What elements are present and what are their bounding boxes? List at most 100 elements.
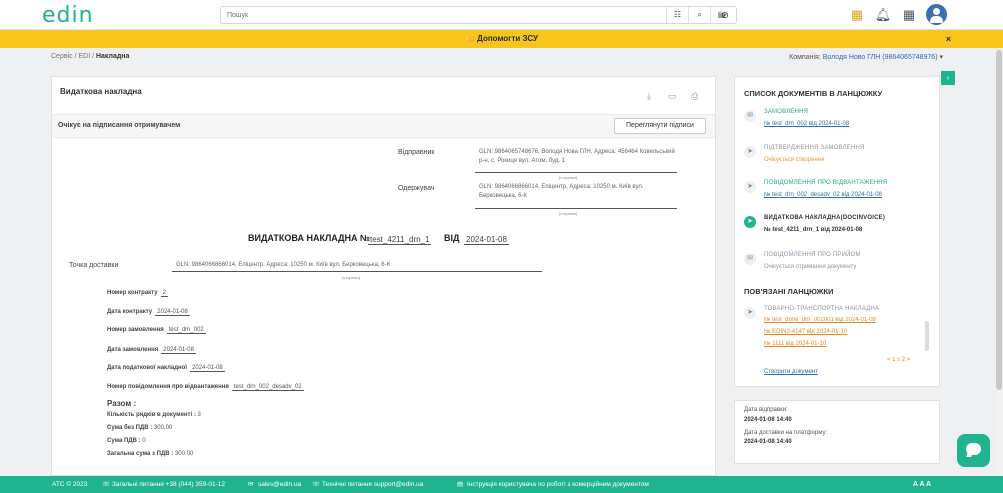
row-value: 2 xyxy=(160,290,168,297)
row-value: 2024-01-08 xyxy=(161,347,196,354)
apps-grid-icon[interactable]: ▦ xyxy=(900,6,918,24)
chain-item-receiving: ПОВІДОМЛЕННЯ ПРО ПРИЙОМ xyxy=(764,252,861,258)
linked-document-link[interactable]: № test_done_drn_002001 від 2024-01-09 xyxy=(764,317,930,329)
chat-icon[interactable] xyxy=(957,434,990,467)
clear-icon[interactable]: ⊘ xyxy=(716,6,734,24)
linked-pager[interactable]: < 1 з 2 > xyxy=(887,357,910,363)
row-label: Номер контракту xyxy=(107,290,158,296)
search-box: ☷ ⌕ ▤ xyxy=(220,6,737,24)
mail-icon: ✉ xyxy=(744,253,756,265)
close-icon[interactable]: × xyxy=(946,30,951,48)
totals-value: 0 xyxy=(142,438,146,444)
email-icon: ✉ xyxy=(248,481,254,488)
row-label: Номер замовлення xyxy=(107,327,164,333)
delivery-value: GLN: 9864066866014, Епіцентр, Адреса: 10… xyxy=(176,262,391,268)
linked-chain-name: ТОВАРНО-ТРАНСПОРТНА НАКЛАДНА xyxy=(764,306,880,312)
despatch-number-row: Номер повідомлення про відвантаження test… xyxy=(107,384,304,391)
delivery-label: Точка доставки xyxy=(69,262,119,269)
totals-label: Загальна сума з ПДВ : xyxy=(107,451,174,457)
totals-label: Сума без ПДВ : xyxy=(107,425,153,431)
bell-icon[interactable]: 🔔︎ xyxy=(874,6,892,24)
status-bar: Очікує на підписання отримувачем Перегля… xyxy=(52,115,715,138)
mail-icon: ✉ xyxy=(744,110,756,122)
delivered-date-value: 2024-01-08 14:40 xyxy=(744,439,792,445)
sender-value: GLN: 9864065748676, Володя Нова ГЛН, Адр… xyxy=(479,149,675,164)
download-icon[interactable]: ⤓ xyxy=(647,91,651,102)
totals-label: Сума ПДВ : xyxy=(107,438,141,444)
linked-documents-list: № test_done_drn_002001 від 2024-01-09 № … xyxy=(764,317,930,353)
invoice-number: test_4211_drn_1 xyxy=(368,235,432,245)
page-scrollbar[interactable] xyxy=(995,48,1003,476)
page-scrollbar-thumb[interactable] xyxy=(996,50,1002,390)
send-icon: ➤ xyxy=(744,307,756,319)
invoice-date: 2024-01-08 xyxy=(464,235,509,245)
linked-document-link[interactable]: № EDIN2-4147 від 2024-01-10 xyxy=(764,329,930,341)
row-value: 2024-01-08 xyxy=(190,365,225,372)
send-icon: ➤ xyxy=(744,216,756,228)
edin-logo[interactable]: edin xyxy=(42,3,94,28)
total-rows-count: Кількість рядків в документі : 3 xyxy=(107,412,201,418)
sender-caption: (сторінка) xyxy=(559,175,578,180)
document-header: Видаткова накладна ⤓ ▭ ⎙ xyxy=(52,77,715,115)
document-chain-panel: СПИСОК ДОКУМЕНТІВ В ЛАНЦЮЖКУ ✉ ЗАМОВЛЕНН… xyxy=(734,76,940,387)
expand-panel-button[interactable]: › xyxy=(941,71,955,85)
chain-title: СПИСОК ДОКУМЕНТІВ В ЛАНЦЮЖКУ xyxy=(744,89,883,98)
sales-email-link[interactable]: sales@edin.ua xyxy=(258,476,301,493)
chain-item-receiving-status: Очікується отримання документу xyxy=(764,264,857,270)
row-label: Номер повідомлення про відвантаження xyxy=(107,384,229,390)
row-value: test_drn_002_desadv_02 xyxy=(231,384,304,391)
totals-value: 3 xyxy=(197,412,201,418)
receiver-caption: (сторінка) xyxy=(559,211,578,216)
copyright-text: АТС © 2023 xyxy=(52,481,88,488)
chain-item-confirmation: ПІДТВЕРДЖЕННЯ ЗАМОВЛЕННЯ xyxy=(764,145,865,151)
banner-text[interactable]: 🔱 Допомогти ЗСУ xyxy=(465,34,538,43)
view-signatures-button[interactable]: Переглянути підписи xyxy=(614,118,706,134)
total-without-vat: Сума без ПДВ : 300.00 xyxy=(107,425,172,431)
send-icon: ➤ xyxy=(744,146,756,158)
avatar-icon[interactable] xyxy=(926,4,947,25)
filter-icon[interactable]: ☷ xyxy=(666,7,688,23)
sender-label: Відправник xyxy=(398,149,435,156)
tech-support-link[interactable]: Технічні питання support@edin.ua xyxy=(322,476,423,493)
order-number-row: Номер замовлення test_drn_002 xyxy=(107,327,206,334)
create-document-link[interactable]: Створити документ xyxy=(764,369,818,375)
linked-document-link[interactable]: № 1111 від 2024-01-10 xyxy=(764,341,930,353)
contract-number-row: Номер контракту 2 xyxy=(107,290,168,297)
delivery-caption: (сторінка) xyxy=(342,275,361,280)
tax-invoice-date-row: Дата податкової накладної 2024-01-08 xyxy=(107,365,225,372)
status-text: Очікує на підписання отримувачем xyxy=(58,122,181,129)
calendar-icon[interactable]: ▦ xyxy=(848,6,866,24)
breadcrumb-item-edi[interactable]: EDI xyxy=(78,53,90,60)
linked-list-scrollbar[interactable] xyxy=(925,321,929,351)
chain-item-despatch[interactable]: ПОВІДОМЛЕННЯ ПРО ВІДВАНТАЖЕННЯ xyxy=(764,180,887,186)
footer: АТС © 2023 ☏ Загальні питання +38 (044) … xyxy=(0,476,1003,493)
archive-icon[interactable]: ▭ xyxy=(668,91,677,102)
company-selector[interactable]: Компанія: Володя Ново ГЛН (9864065748976… xyxy=(789,53,943,61)
search-input[interactable] xyxy=(221,7,641,23)
print-icon[interactable]: ⎙ xyxy=(691,91,698,102)
font-size-switcher[interactable]: A A A xyxy=(913,476,931,493)
totals-label: Кількість рядків в документі : xyxy=(107,412,196,418)
breadcrumb-item-service[interactable]: Сервіс xyxy=(51,53,73,60)
row-value: 2024-01-08 xyxy=(155,309,190,316)
company-value[interactable]: Володя Ново ГЛН (9864065748976) xyxy=(823,54,938,61)
delivery-underline xyxy=(172,271,542,272)
row-label: Дата замовлення xyxy=(107,347,159,353)
document-card: Видаткова накладна ⤓ ▭ ⎙ Очікує на підпи… xyxy=(51,76,716,476)
chain-item-despatch-link[interactable]: № test_drn_002_desadv_02 від 2024-01-08 xyxy=(764,192,882,198)
totals-title: Разом : xyxy=(107,399,137,408)
search-icon[interactable]: ⌕ xyxy=(688,7,710,23)
breadcrumb: Сервіс / EDI / Накладна xyxy=(51,53,130,60)
instructions-link[interactable]: Інструкція користувача по роботі з комер… xyxy=(467,476,649,493)
chain-item-order-link[interactable]: № test_drn_002 від 2024-01-08 xyxy=(764,121,849,127)
row-value: test_drn_002 xyxy=(166,327,206,334)
general-questions-link[interactable]: Загальні питання +38 (044) 359-01-12 xyxy=(112,476,225,493)
chain-item-order[interactable]: ЗАМОВЛЕННЯ xyxy=(764,109,808,115)
receiver-value: GLN: 9864066866014, Епіцентр, Адреса: 10… xyxy=(479,184,644,199)
company-label: Компанія: xyxy=(789,54,821,61)
chain-item-invoice[interactable]: ВИДАТКОВА НАКЛАДНА(DOCINVOICE) xyxy=(764,215,885,221)
support-banner: 🔱 Допомогти ЗСУ × xyxy=(0,30,1003,48)
order-date-row: Дата замовлення 2024-01-08 xyxy=(107,347,196,354)
delivered-date-label: Дата доставки на платформу: xyxy=(744,430,828,436)
support-icon: ☏ xyxy=(312,481,321,488)
